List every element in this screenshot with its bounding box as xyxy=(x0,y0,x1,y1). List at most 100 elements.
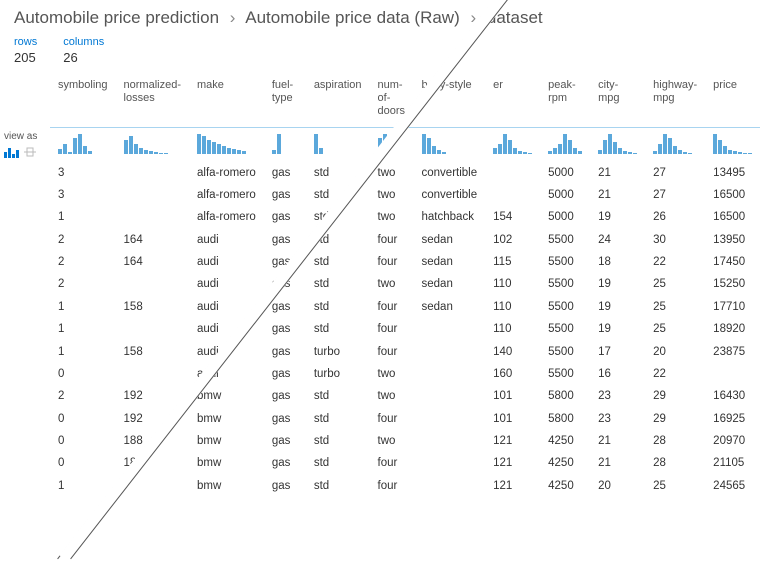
table-row[interactable]: 0188bmwgasstdfour1214250212821105 xyxy=(50,452,760,474)
cell xyxy=(116,273,189,295)
cell: 22 xyxy=(645,251,705,273)
column-histogram xyxy=(189,127,264,162)
cell: std xyxy=(306,296,370,318)
cell: 19 xyxy=(590,296,645,318)
cell xyxy=(414,318,486,340)
cell: 15250 xyxy=(705,273,760,295)
cell: 4250 xyxy=(540,430,590,452)
cell xyxy=(414,475,486,497)
table-row[interactable]: 0192bmwgasstdfour1015800232916925 xyxy=(50,408,760,430)
cell: 0 xyxy=(50,430,116,452)
cell: turbo xyxy=(306,341,370,363)
cell: bmw xyxy=(189,430,264,452)
cell: audi xyxy=(189,296,264,318)
cell: gas xyxy=(264,475,306,497)
cell: 20 xyxy=(645,341,705,363)
breadcrumb-item[interactable]: Automobile price data (Raw) xyxy=(245,8,459,27)
cell xyxy=(116,184,189,206)
cell: gas xyxy=(264,206,306,228)
column-header[interactable]: normalized-losses xyxy=(116,73,189,127)
column-header[interactable]: er xyxy=(485,73,540,127)
cell: 16500 xyxy=(705,184,760,206)
breadcrumb-item[interactable]: Automobile price prediction xyxy=(14,8,219,27)
column-histogram xyxy=(264,127,306,162)
cell: 5500 xyxy=(540,363,590,385)
cell: 21 xyxy=(590,184,645,206)
table-row[interactable]: 0188bmwgasstdtwo1214250212820970 xyxy=(50,430,760,452)
cell: 17 xyxy=(590,341,645,363)
table-row[interactable]: 2audigasstdtwosedan1105500192515250 xyxy=(50,273,760,295)
cell: 3 xyxy=(50,184,116,206)
cell: 110 xyxy=(485,318,540,340)
chevron-right-icon: › xyxy=(230,8,236,27)
table-row[interactable]: 0audigasturbotwo16055001622 xyxy=(50,363,760,385)
column-header[interactable]: make xyxy=(189,73,264,127)
column-histogram xyxy=(590,127,645,162)
stats-view-icon[interactable] xyxy=(24,146,36,158)
cell xyxy=(414,408,486,430)
cell xyxy=(414,385,486,407)
cell: 192 xyxy=(116,408,189,430)
table-row[interactable]: 2192bmwgasstdtwo1015800232916430 xyxy=(50,385,760,407)
column-histogram xyxy=(116,127,189,162)
table-row[interactable]: 3alfa-romerogasstdtwoconvertible50002127… xyxy=(50,162,760,184)
cell: 101 xyxy=(485,408,540,430)
cell: 158 xyxy=(116,296,189,318)
cell xyxy=(116,475,189,497)
cell xyxy=(485,184,540,206)
cell: 25 xyxy=(645,273,705,295)
cell: 164 xyxy=(116,229,189,251)
rows-count: 205 xyxy=(14,50,37,65)
cell: four xyxy=(370,229,414,251)
cell: 26 xyxy=(645,206,705,228)
column-histogram xyxy=(50,127,116,162)
table-row[interactable]: 1bmwgasstdfour1214250202524565 xyxy=(50,475,760,497)
table-row[interactable]: 3alfa-romerogasstdtwoconvertible50002127… xyxy=(50,184,760,206)
cell: 5500 xyxy=(540,341,590,363)
table-row[interactable]: 1158audigasturbofour1405500172023875 xyxy=(50,341,760,363)
column-header[interactable]: fuel-type xyxy=(264,73,306,127)
cell: 2 xyxy=(50,251,116,273)
column-header[interactable]: highway-mpg xyxy=(645,73,705,127)
cell: 23 xyxy=(590,408,645,430)
dataset-meta: rows 205 columns 26 xyxy=(0,32,780,73)
cell: 5500 xyxy=(540,251,590,273)
table-row[interactable]: 2164audigasstdfoursedan1025500243013950 xyxy=(50,229,760,251)
table-row[interactable]: 1alfa-romerogasstdtwohatchback1545000192… xyxy=(50,206,760,228)
cell: std xyxy=(306,162,370,184)
cell: 5800 xyxy=(540,408,590,430)
column-header[interactable]: body-style xyxy=(414,73,486,127)
histogram-view-icon[interactable] xyxy=(4,146,20,158)
cell: 121 xyxy=(485,475,540,497)
cell: 4250 xyxy=(540,475,590,497)
cell: four xyxy=(370,452,414,474)
table-row[interactable]: 1158audigasstdfoursedan1105500192517710 xyxy=(50,296,760,318)
cell: audi xyxy=(189,363,264,385)
cell xyxy=(705,363,760,385)
table-row[interactable]: 1audigasstdfour1105500192518920 xyxy=(50,318,760,340)
cell: 5500 xyxy=(540,273,590,295)
cell: 21 xyxy=(590,162,645,184)
column-header[interactable]: symboling xyxy=(50,73,116,127)
cell xyxy=(116,318,189,340)
cell: 18920 xyxy=(705,318,760,340)
column-header[interactable]: num-of-doors xyxy=(370,73,414,127)
cell: 23 xyxy=(590,385,645,407)
cell: convertible xyxy=(414,162,486,184)
table-row[interactable]: 2164audigasstdfoursedan1155500182217450 xyxy=(50,251,760,273)
cell: four xyxy=(370,475,414,497)
column-header[interactable]: peak-rpm xyxy=(540,73,590,127)
cell: sedan xyxy=(414,273,486,295)
column-header[interactable]: price xyxy=(705,73,760,127)
cell: gas xyxy=(264,318,306,340)
cell: 110 xyxy=(485,273,540,295)
cell: 16925 xyxy=(705,408,760,430)
column-header[interactable]: aspiration xyxy=(306,73,370,127)
cell: std xyxy=(306,385,370,407)
cell: 21 xyxy=(590,452,645,474)
cell: 160 xyxy=(485,363,540,385)
breadcrumb-item[interactable]: dataset xyxy=(487,8,543,27)
cell xyxy=(414,452,486,474)
column-header[interactable]: city-mpg xyxy=(590,73,645,127)
cell: 1 xyxy=(50,341,116,363)
